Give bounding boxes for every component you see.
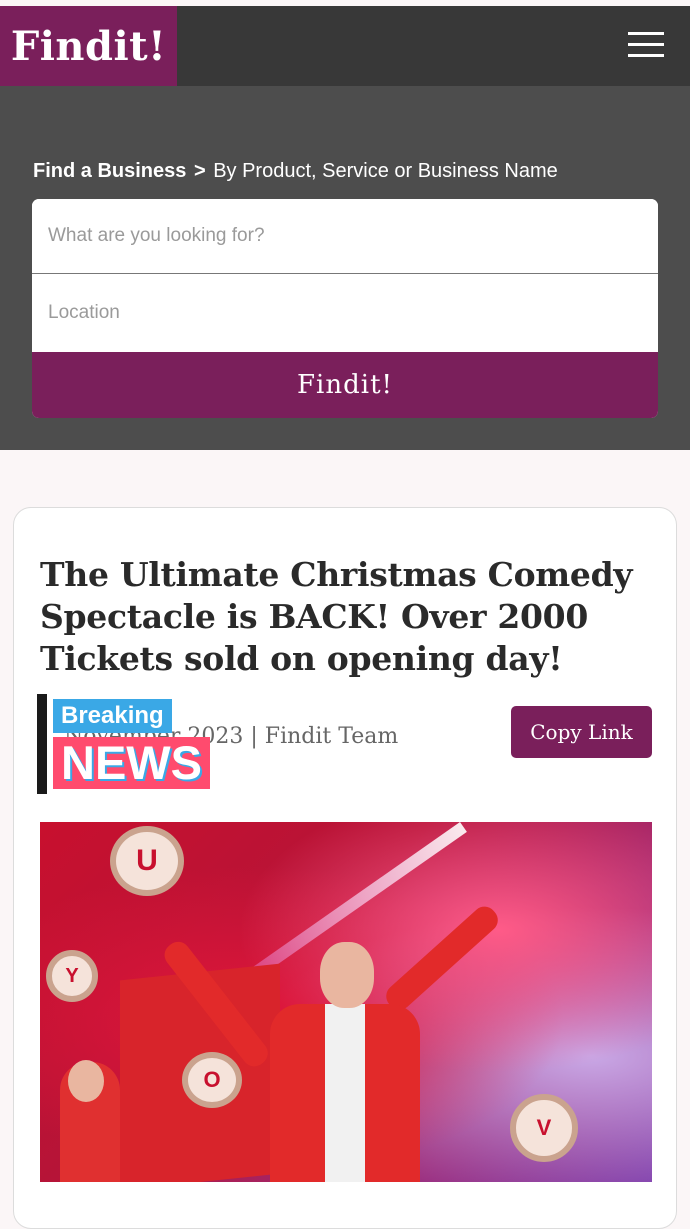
location-input[interactable] — [32, 275, 658, 350]
article-card: The Ultimate Christmas Comedy Spectacle … — [13, 507, 677, 1229]
findit-search-button[interactable]: Findit! — [32, 352, 658, 418]
menu-line — [628, 54, 664, 57]
breadcrumb-find-business[interactable]: Find a Business — [33, 160, 186, 182]
performer-shirt — [325, 1004, 365, 1182]
badge-news: NEWS — [53, 737, 210, 789]
tambourine: U — [110, 826, 184, 896]
tambourine: V — [510, 1094, 578, 1162]
breadcrumb: Find a Business > By Product, Service or… — [33, 160, 558, 183]
top-navigation-bar: Findit! — [0, 6, 690, 86]
article-image[interactable]: U Y O V — [40, 822, 652, 1182]
menu-line — [628, 32, 664, 35]
article-title[interactable]: The Ultimate Christmas Comedy Spectacle … — [40, 554, 640, 680]
breadcrumb-search-type: By Product, Service or Business Name — [213, 160, 558, 182]
tambourine: Y — [46, 950, 98, 1002]
search-section: Find a Business > By Product, Service or… — [0, 86, 690, 450]
tambourine: O — [182, 1052, 242, 1108]
breaking-news-badge: Breaking NEWS — [37, 694, 227, 794]
menu-line — [628, 43, 664, 46]
badge-breaking: Breaking — [53, 699, 172, 733]
performer-left-head — [68, 1060, 104, 1102]
findit-logo[interactable]: Findit! — [0, 6, 177, 86]
copy-link-button[interactable]: Copy Link — [511, 706, 652, 758]
performer-head — [320, 942, 374, 1008]
main-performer — [270, 942, 420, 1182]
search-form: Findit! — [32, 199, 658, 418]
badge-bar — [37, 694, 47, 794]
breadcrumb-separator: > — [193, 160, 206, 182]
hamburger-menu-icon[interactable] — [628, 32, 664, 58]
search-input[interactable] — [32, 199, 658, 274]
